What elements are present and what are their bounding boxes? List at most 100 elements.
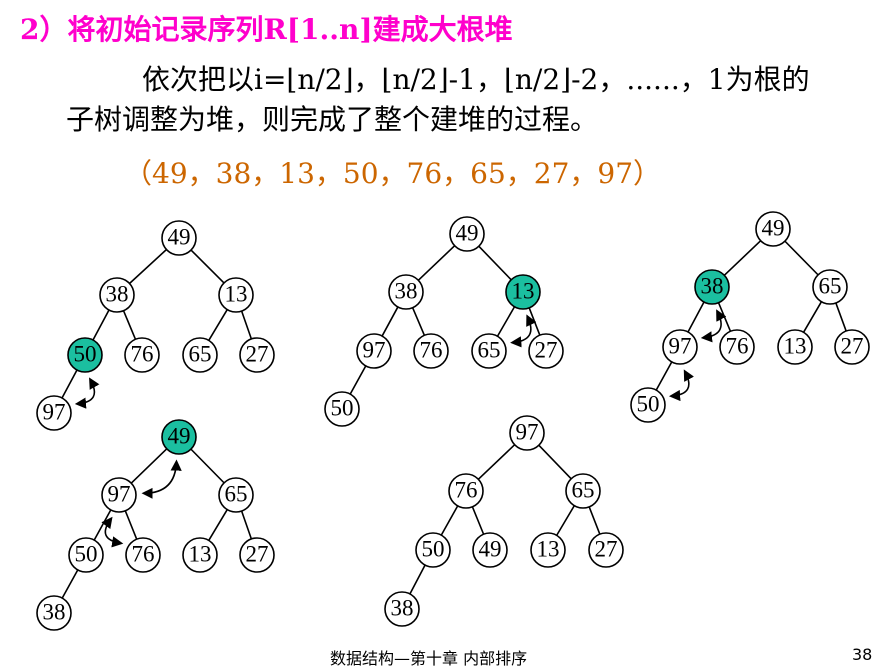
- node-label: 76: [132, 541, 155, 566]
- node-label: 49: [168, 423, 191, 448]
- heap-node-97: 97: [662, 329, 698, 365]
- node-label: 97: [108, 481, 131, 506]
- heap-node-49: 49: [449, 216, 485, 252]
- heap-node-27: 27: [528, 333, 564, 369]
- node-label: 97: [363, 337, 386, 362]
- node-label: 50: [331, 395, 354, 420]
- node-label: 38: [395, 278, 418, 303]
- heap-tree-5: 97 76 65 50 49 13 27 38: [384, 415, 624, 627]
- node-label: 65: [572, 477, 595, 502]
- heap-node-50: 50: [324, 391, 360, 427]
- tree-edge: [409, 564, 426, 595]
- tree-edge: [349, 365, 367, 395]
- tree-edge: [588, 506, 601, 535]
- tree-edge: [61, 569, 79, 599]
- nodes-layer: 4938 1350 76 65 27974938 1397 76 65 27504938 6597…: [36, 211, 870, 631]
- node-label: 27: [841, 333, 864, 358]
- tree-edge: [538, 444, 572, 480]
- tree-edge: [471, 506, 485, 535]
- heap-node-50: 50: [630, 387, 666, 423]
- tree-edge: [190, 448, 225, 484]
- heap-node-50: 50: [415, 532, 451, 568]
- heap-node-76: 76: [124, 337, 160, 373]
- node-label: 49: [456, 220, 479, 245]
- heap-node-27: 27: [834, 329, 870, 365]
- swap-arrow: [74, 377, 100, 409]
- heap-node-97: 97: [509, 415, 545, 451]
- tree-edge: [190, 249, 225, 284]
- heap-tree-4: 49 97 65 50 76 13 27 38: [36, 419, 275, 631]
- node-label: 27: [595, 536, 618, 561]
- tree-edge: [208, 309, 228, 341]
- node-label: 13: [537, 536, 560, 561]
- node-label: 49: [762, 215, 785, 240]
- tree-edge: [802, 301, 823, 333]
- tree-edge: [240, 310, 253, 340]
- node-label: 65: [225, 481, 248, 506]
- heap-node-38: 38: [99, 277, 135, 313]
- heap-node-38: 38: [388, 274, 424, 310]
- heap-node-97: 97: [36, 395, 72, 431]
- node-label: 50: [422, 536, 445, 561]
- node-label: 97: [43, 399, 66, 424]
- tree-edge: [122, 310, 137, 340]
- node-label: 13: [784, 333, 807, 358]
- tree-edge: [555, 505, 576, 536]
- node-label: 76: [455, 477, 478, 502]
- swap-arrow: [510, 314, 537, 348]
- tree-edge: [93, 509, 112, 541]
- node-label: 49: [479, 536, 502, 561]
- tree-edge: [208, 509, 228, 541]
- heap-node-49: 49: [161, 419, 197, 455]
- heap-tree-3: 49 38 65 97 76 13 27 50: [630, 211, 870, 423]
- heap-node-38: 38: [694, 269, 730, 305]
- node-label: 13: [512, 278, 535, 303]
- tree-edge: [130, 448, 168, 484]
- heap-node-27: 27: [239, 337, 275, 373]
- node-label: 97: [669, 333, 692, 358]
- node-label: 38: [701, 273, 724, 298]
- node-label: 50: [74, 341, 97, 366]
- tree-edge: [417, 245, 456, 281]
- heap-node-97: 97: [356, 333, 392, 369]
- node-label: 38: [43, 599, 66, 624]
- tree-edge: [61, 369, 78, 399]
- node-label: 27: [246, 341, 269, 366]
- heap-node-76: 76: [719, 329, 755, 365]
- node-label: 13: [225, 281, 248, 306]
- node-label: 76: [131, 341, 154, 366]
- tree-edge: [687, 301, 705, 333]
- heap-node-76: 76: [448, 473, 484, 509]
- heap-node-13: 13: [530, 532, 566, 568]
- tree-edge: [496, 306, 516, 337]
- heap-node-13: 13: [777, 329, 813, 365]
- heap-node-65: 65: [218, 477, 254, 513]
- swap-arrow: [700, 309, 727, 343]
- tree-edge: [655, 361, 673, 391]
- tree-edge: [835, 302, 847, 332]
- footer-text: 数据结构—第十章 内部排序: [330, 649, 528, 668]
- node-label: 13: [189, 541, 212, 566]
- heap-node-27: 27: [239, 537, 275, 573]
- heap-node-13: 13: [505, 274, 541, 310]
- tree-edge: [477, 444, 516, 480]
- node-label: 49: [168, 224, 191, 249]
- swap-arrow: [101, 516, 124, 548]
- node-label: 27: [246, 541, 269, 566]
- tree-edge: [478, 245, 512, 281]
- page-number: 38: [852, 645, 873, 664]
- heap-build-diagram: 4938 1350 76 65 27974938 1397 76 65 27504938 6597…: [36, 211, 870, 631]
- tree-edge: [440, 505, 459, 536]
- node-label: 38: [106, 281, 129, 306]
- heap-tree-2: 49 38 13 97 76 65 27 50: [324, 216, 564, 427]
- node-label: 97: [516, 419, 539, 444]
- tree-edge: [92, 309, 110, 341]
- heap-node-38: 38: [384, 591, 420, 627]
- node-label: 50: [75, 541, 98, 566]
- heap-node-76: 76: [125, 537, 161, 573]
- tree-edge: [124, 510, 138, 540]
- tree-edge: [381, 306, 399, 337]
- heap-node-65: 65: [471, 333, 507, 369]
- tree-edge: [240, 510, 253, 540]
- node-label: 38: [391, 595, 414, 620]
